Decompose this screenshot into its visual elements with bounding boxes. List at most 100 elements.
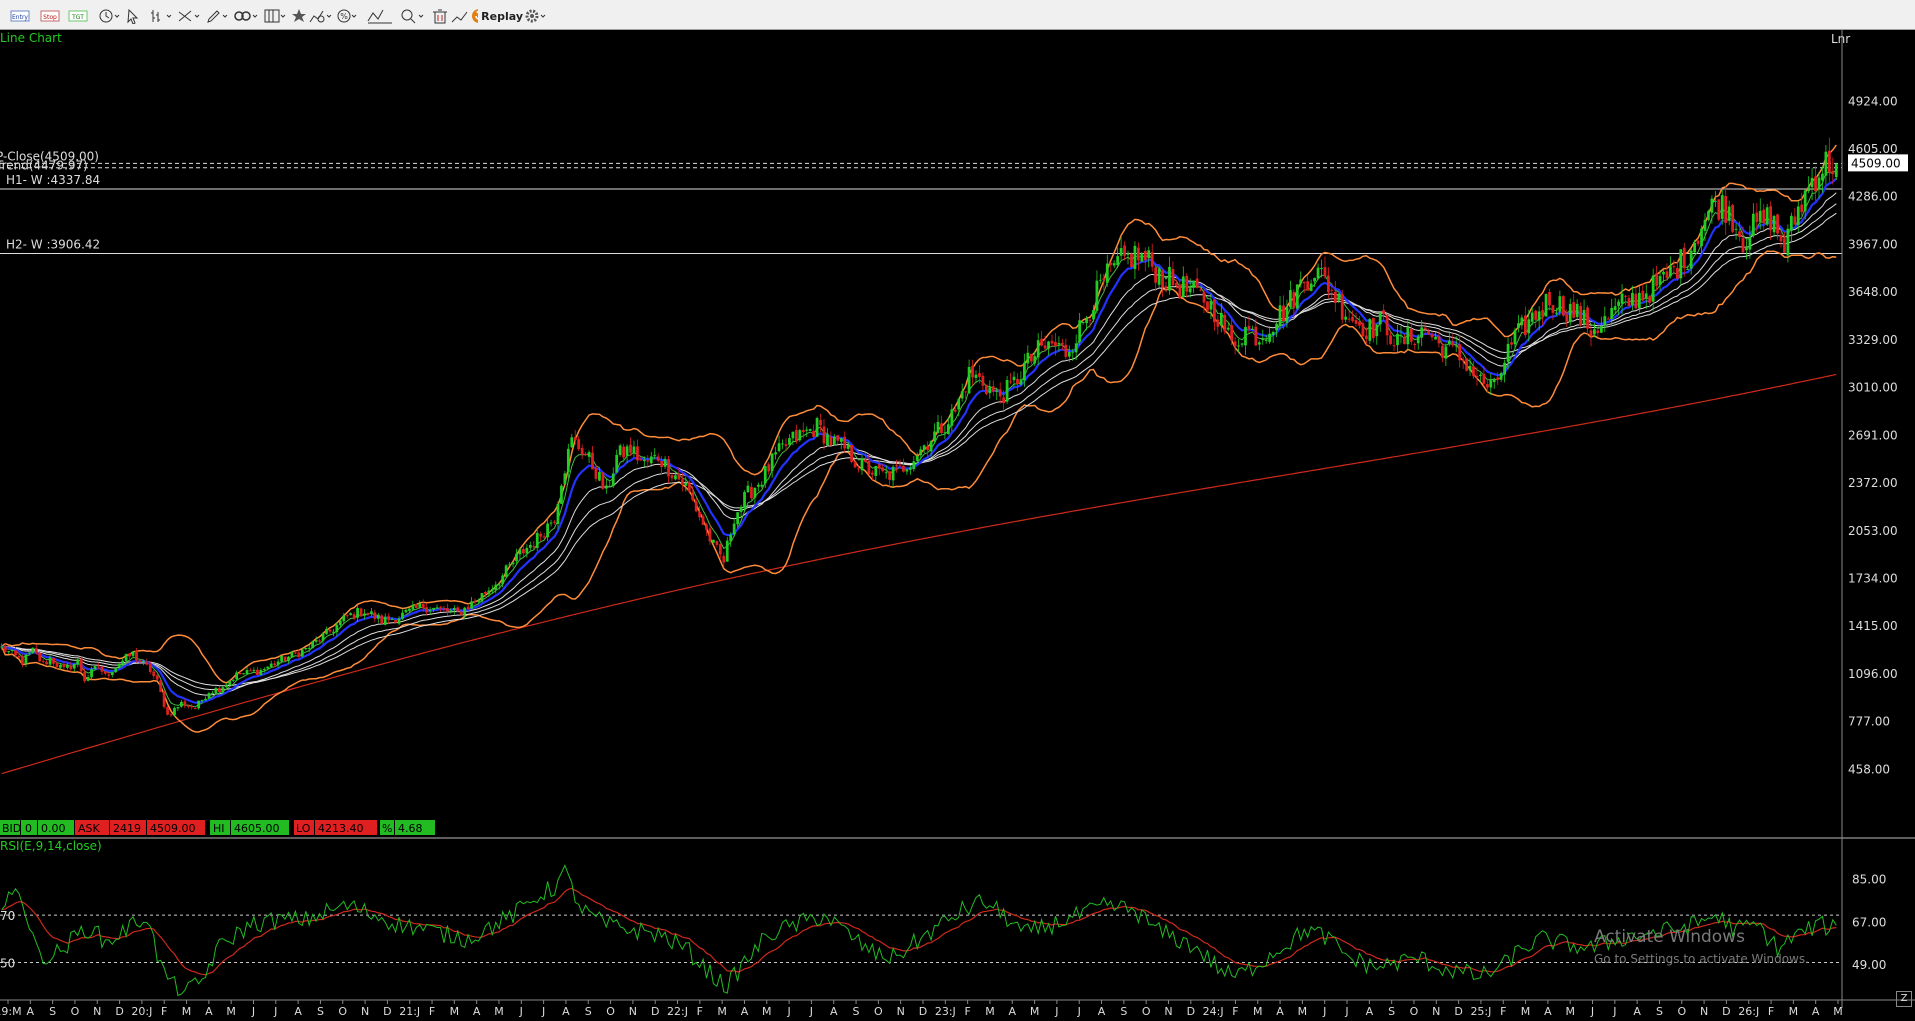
replay-button[interactable]: Replay (470, 4, 524, 28)
candle-body (380, 615, 384, 624)
entry-label: Entry (12, 14, 28, 21)
tgt-button[interactable]: TGT (66, 4, 90, 28)
candle-body (1016, 378, 1019, 385)
candle-body (390, 619, 394, 621)
candle-body (1741, 238, 1745, 253)
price-tick-label: 3329.00 (1848, 333, 1898, 347)
time-tick-label: D (1454, 1005, 1462, 1018)
candle-body (1658, 276, 1662, 285)
entry-button[interactable]: Entry (8, 4, 32, 28)
candle-body (991, 386, 995, 392)
candle-body (656, 456, 660, 461)
candle-body (957, 399, 961, 410)
candle-body (632, 446, 636, 454)
ask-qty: 2419 (113, 822, 141, 835)
candle-body (746, 485, 750, 493)
time-tick-label: M (1253, 1005, 1263, 1018)
candle-body (366, 613, 370, 615)
stop-button[interactable]: Stop (38, 4, 62, 28)
candle-body (48, 657, 52, 665)
candle-body (1541, 310, 1544, 317)
candle-body (269, 663, 273, 667)
indicator-button[interactable] (306, 4, 336, 28)
candle-body (1365, 335, 1368, 340)
candle-body (1641, 290, 1645, 301)
candle-body (660, 461, 663, 468)
time-tick-label: S (49, 1005, 56, 1018)
candle-body (1669, 266, 1672, 277)
candle-body (1033, 356, 1037, 364)
candle-body (1499, 373, 1503, 380)
candle-body (998, 389, 1002, 397)
zoom-corner-button[interactable]: Z (1896, 991, 1912, 1007)
candle-body (1444, 346, 1448, 359)
candle-body (1796, 206, 1800, 225)
candle-body (1634, 293, 1638, 309)
candle-body (307, 647, 311, 649)
replay-label: Replay (481, 9, 523, 23)
candle-body (1209, 300, 1213, 310)
candle-body (494, 584, 498, 591)
time-tick-label: O (1410, 1005, 1419, 1018)
time-tick-label: M (1565, 1005, 1575, 1018)
time-tick-label: J (1322, 1005, 1326, 1018)
cursor-button[interactable] (122, 4, 146, 28)
candle-body (760, 484, 764, 487)
candle-body (1693, 242, 1697, 253)
candle-body (335, 624, 339, 633)
time-tick-label: S (1120, 1005, 1127, 1018)
candle-body (919, 449, 923, 456)
candle-body (888, 471, 892, 480)
pen-button[interactable] (204, 4, 232, 28)
time-tick-label: A (1812, 1005, 1820, 1018)
clock-menu-button[interactable] (96, 4, 122, 28)
zoom-button[interactable] (398, 4, 428, 28)
candle-body (1430, 334, 1434, 338)
time-tick-label: 25:J (1470, 1005, 1491, 1018)
candle-body (1043, 345, 1047, 349)
bar-style-button[interactable] (148, 4, 176, 28)
candle-body (522, 548, 525, 554)
line-chart-button[interactable] (448, 4, 472, 28)
candle-body (1589, 330, 1593, 337)
time-tick-label: N (629, 1005, 637, 1018)
candle-body (663, 458, 667, 467)
candle-body (988, 387, 992, 394)
candle-body (1233, 341, 1237, 347)
candle-body (321, 633, 325, 641)
time-tick-label: M (762, 1005, 772, 1018)
candle-body (1568, 303, 1572, 323)
candle-body (1123, 245, 1126, 256)
symbol-button[interactable]: % (334, 4, 360, 28)
candle-body (152, 671, 156, 677)
candle-body (370, 611, 373, 614)
target-icon: TGT (68, 10, 88, 22)
draw-tools-button[interactable] (176, 4, 204, 28)
candle-body (1385, 314, 1389, 336)
level-label: Trend(4479.97) (0, 159, 88, 173)
candle-body (1807, 187, 1811, 192)
candle-body (1092, 310, 1095, 320)
candle-body (532, 546, 536, 548)
time-tick-label: D (651, 1005, 659, 1018)
time-tick-label: M (1833, 1005, 1843, 1018)
settings-button[interactable] (522, 4, 550, 28)
candle-body (1765, 207, 1769, 225)
time-tick-label: N (1164, 1005, 1172, 1018)
candle-body (953, 409, 957, 412)
zigzag-button[interactable] (364, 4, 396, 28)
candle-body (1423, 327, 1427, 330)
candle-body (273, 663, 277, 666)
link-tools-button[interactable] (232, 4, 262, 28)
candle-body (1137, 247, 1140, 261)
candle-body (967, 366, 971, 394)
candle-body (1133, 245, 1137, 270)
layout-button[interactable] (262, 4, 290, 28)
candle-body (1275, 323, 1278, 331)
candle-body (1468, 366, 1472, 371)
candle-body (1810, 177, 1814, 188)
candle-body (995, 390, 999, 392)
chart-area[interactable]: Line Chart Lnr 4924.00 4605.00 4286.00 3967… (0, 30, 1915, 1021)
time-tick-label: M (985, 1005, 995, 1018)
time-tick-label: 20:J (131, 1005, 152, 1018)
